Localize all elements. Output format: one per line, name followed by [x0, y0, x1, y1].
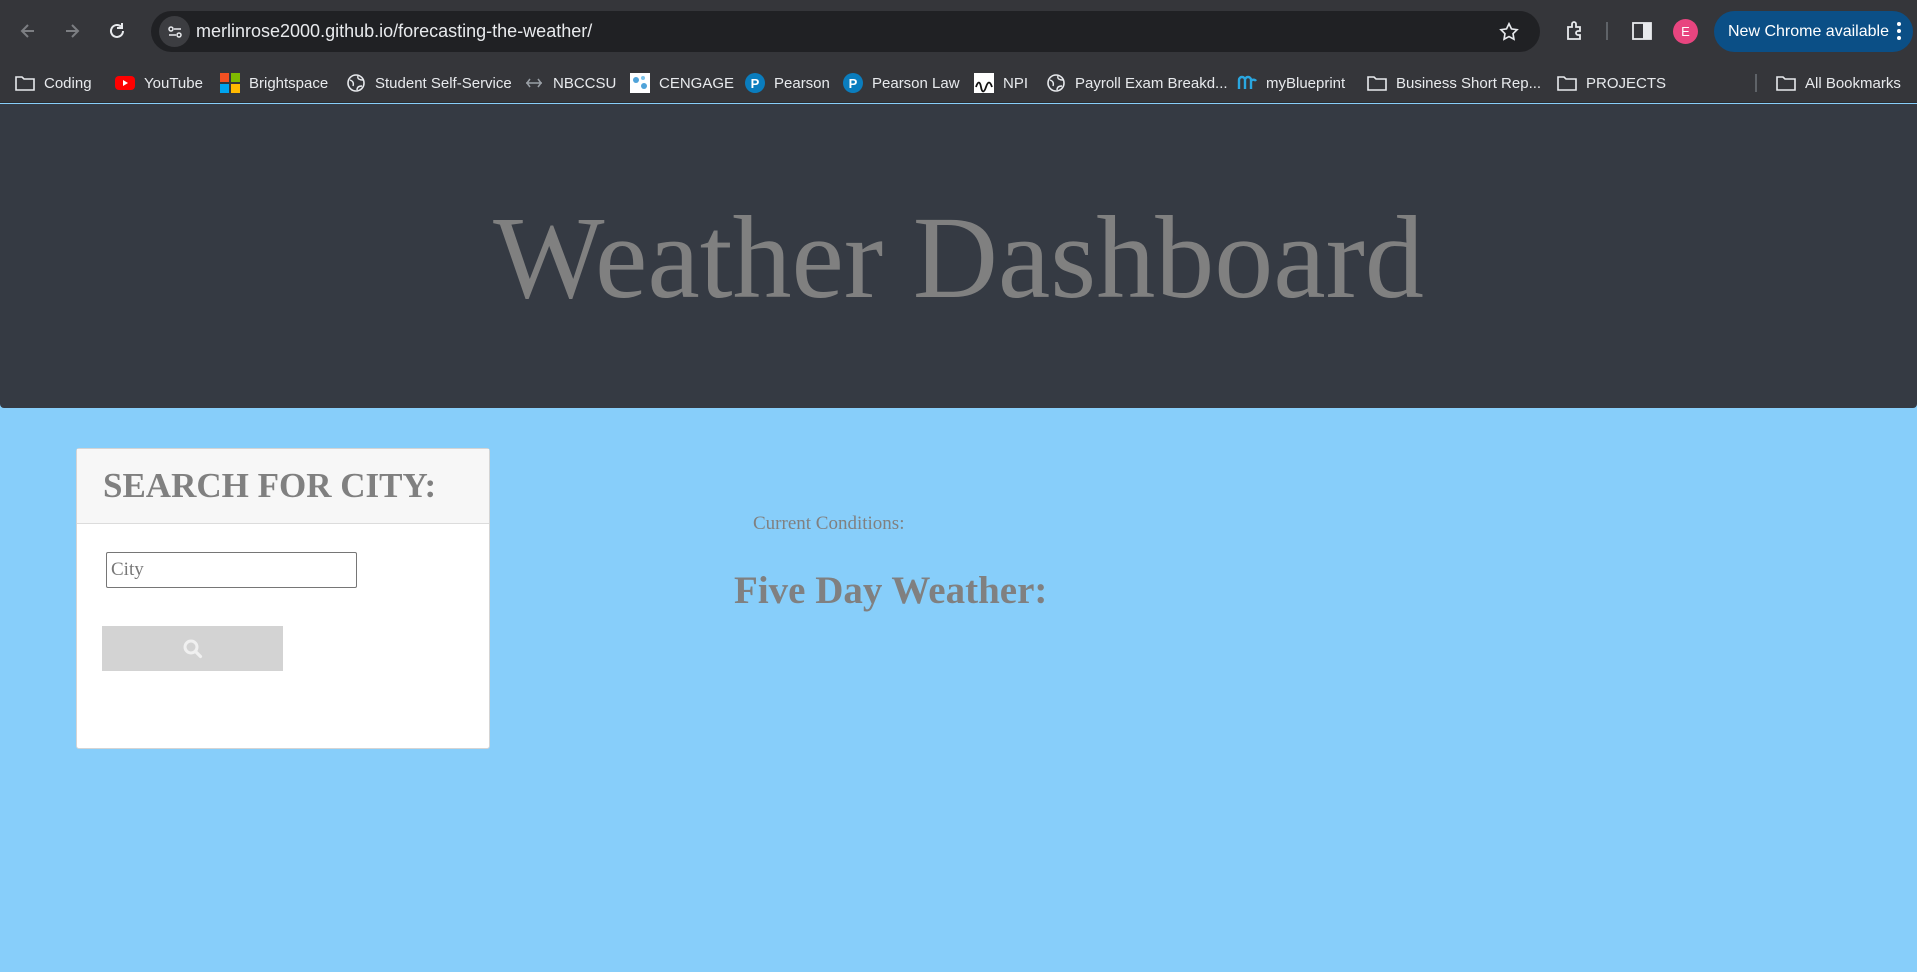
bookmark-coding[interactable]: Coding [15, 63, 92, 103]
npi-icon [974, 73, 994, 93]
back-button[interactable] [12, 15, 44, 47]
bookmark-brightspace[interactable]: Brightspace [220, 63, 328, 103]
bookmark-label: NPI [1003, 74, 1029, 92]
globe-icon [1046, 73, 1066, 93]
pearson-icon: P [745, 73, 765, 93]
bookmark-label: Pearson [774, 74, 830, 92]
youtube-icon [115, 73, 135, 93]
reload-button[interactable] [101, 15, 133, 47]
bookmark-cengage[interactable]: CENGAGE [630, 63, 734, 103]
site-settings-icon[interactable] [159, 16, 190, 47]
forward-arrow-icon [66, 24, 80, 38]
all-bookmarks-label: All Bookmarks [1805, 74, 1901, 92]
globe-icon [346, 73, 366, 93]
nbccsu-icon [524, 73, 544, 93]
microsoft-icon [220, 73, 240, 93]
bookmark-myblueprint[interactable]: myBlueprint [1237, 63, 1345, 103]
bookmark-label: YouTube [144, 74, 203, 92]
bookmark-label: Student Self-Service [375, 74, 512, 92]
cengage-icon [630, 73, 650, 93]
profile-avatar[interactable]: E [1673, 19, 1698, 44]
bookmark-student-self-service[interactable]: Student Self-Service [346, 63, 512, 103]
new-chrome-available-button[interactable]: New Chrome available [1714, 11, 1913, 52]
bookmark-label: myBlueprint [1266, 74, 1346, 92]
current-conditions-label: Current Conditions: [753, 513, 905, 534]
bookmark-label: NBCCSU [553, 74, 617, 92]
svg-text:P: P [751, 76, 760, 91]
page-title: Weather Dashboard [493, 192, 1424, 323]
search-card-header: SEARCH FOR CITY: [77, 449, 489, 524]
bookmark-nbccsu[interactable]: NBCCSU [524, 63, 616, 103]
bookmarks-bar: Coding YouTube Brightspace Student Self-… [0, 63, 1917, 103]
forward-button[interactable] [56, 15, 88, 47]
bookmark-youtube[interactable]: YouTube [115, 63, 203, 103]
pearson-icon: P [843, 73, 863, 93]
search-heading: SEARCH FOR CITY: [103, 466, 437, 505]
folder-icon [1776, 73, 1796, 93]
city-input[interactable] [106, 552, 357, 588]
page-header: Weather Dashboard [0, 104, 1917, 408]
extensions-icon[interactable] [1563, 19, 1587, 43]
side-panel-icon[interactable] [1630, 19, 1654, 43]
bookmark-star-icon[interactable] [1498, 21, 1520, 43]
bookmark-npi[interactable]: NPI [974, 63, 1028, 103]
browser-toolbar: merlinrose2000.github.io/forecasting-the… [0, 0, 1917, 63]
address-bar[interactable]: merlinrose2000.github.io/forecasting-the… [151, 11, 1540, 52]
bookmark-label: Coding [44, 74, 92, 92]
five-day-heading: Five Day Weather: [734, 569, 1048, 612]
folder-icon [1367, 73, 1387, 93]
toolbar-divider [1606, 22, 1608, 40]
folder-icon [15, 73, 35, 93]
bookmark-pearson[interactable]: P Pearson [745, 63, 830, 103]
bookmark-payroll-exam[interactable]: Payroll Exam Breakd... [1046, 63, 1228, 103]
search-card: SEARCH FOR CITY: [76, 448, 490, 749]
page-content: Weather Dashboard SEARCH FOR CITY: Curre… [0, 104, 1917, 972]
bookmark-label: Business Short Rep... [1396, 74, 1542, 92]
bookmarks-divider [1755, 74, 1757, 92]
bookmark-pearson-law[interactable]: P Pearson Law [843, 63, 960, 103]
bookmark-label: PROJECTS [1586, 74, 1667, 92]
folder-icon [1557, 73, 1577, 93]
url-text[interactable]: merlinrose2000.github.io/forecasting-the… [196, 21, 592, 42]
all-bookmarks-button[interactable]: All Bookmarks [1776, 63, 1901, 103]
search-button[interactable] [102, 626, 283, 671]
bookmark-label: Brightspace [249, 74, 329, 92]
myblueprint-icon [1237, 73, 1257, 93]
back-arrow-icon [20, 24, 34, 38]
update-label: New Chrome available [1728, 22, 1889, 40]
bookmark-business-short-rep[interactable]: Business Short Rep... [1367, 63, 1541, 103]
bookmark-label: Pearson Law [872, 74, 960, 92]
reload-icon [110, 23, 124, 38]
search-icon [183, 639, 202, 658]
bookmark-label: Payroll Exam Breakd... [1075, 74, 1228, 92]
svg-text:P: P [849, 76, 858, 91]
bookmark-label: CENGAGE [659, 74, 735, 92]
more-menu-icon[interactable] [1897, 22, 1901, 40]
bookmark-projects[interactable]: PROJECTS [1557, 63, 1666, 103]
